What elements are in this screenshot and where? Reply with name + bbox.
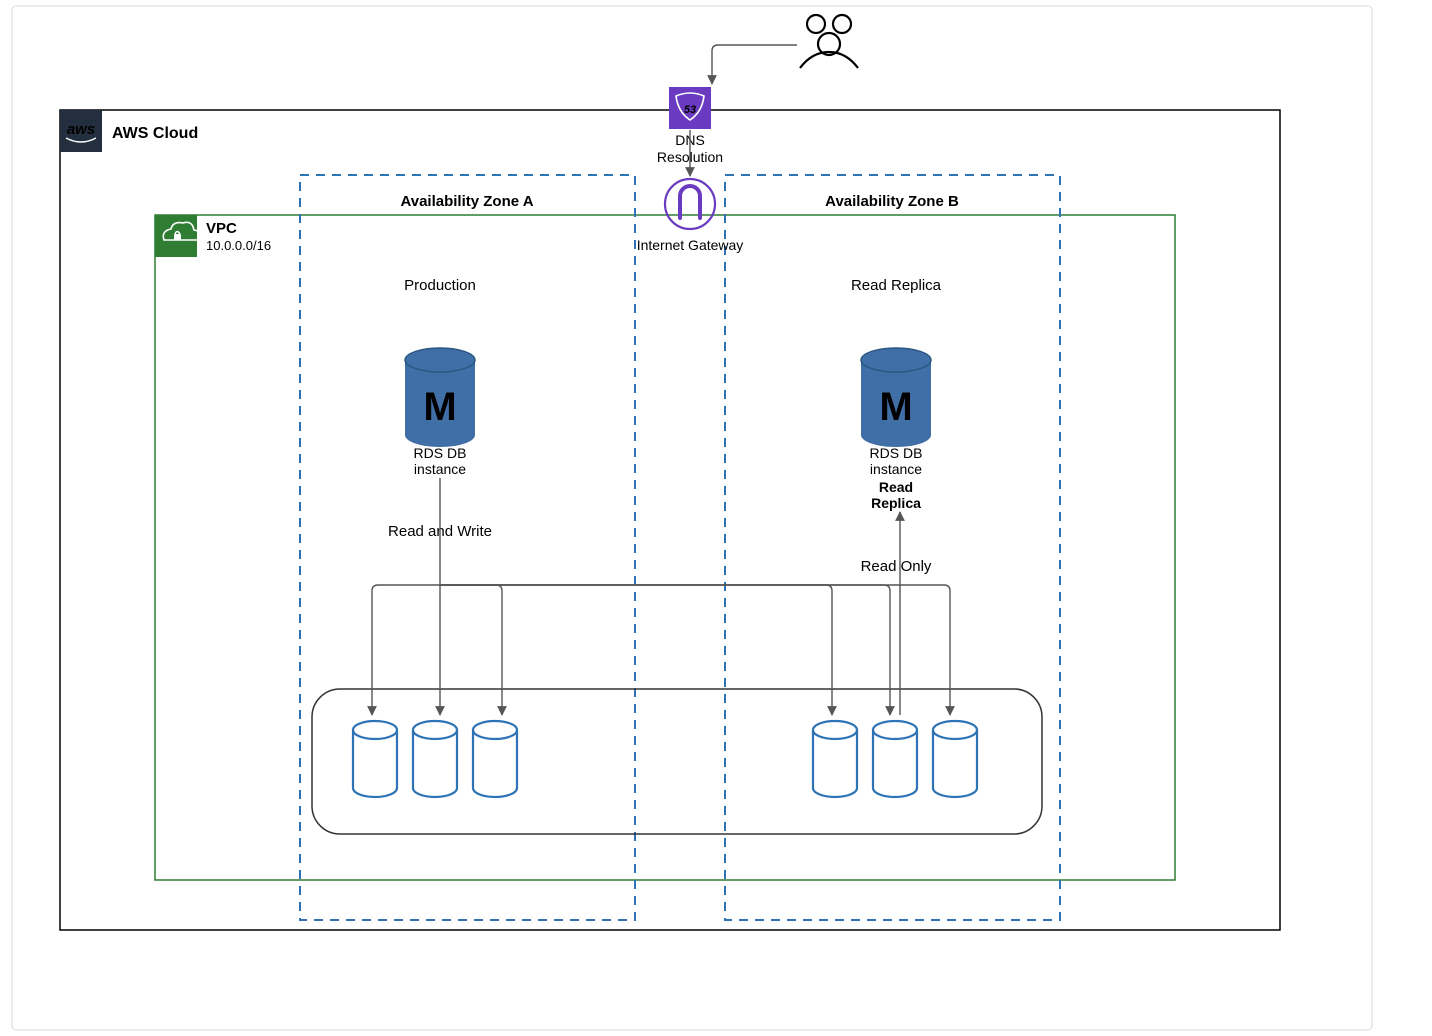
- rds-b-label-1: RDS DB: [870, 445, 923, 461]
- rds-db-production: M RDS DB instance: [405, 348, 475, 477]
- rds-a-label-2: instance: [414, 461, 466, 477]
- az-b-title: Availability Zone B: [825, 193, 959, 210]
- rds-b-label-2: instance: [870, 461, 922, 477]
- az-a-title: Availability Zone A: [400, 193, 533, 210]
- read-only-label: Read Only: [861, 558, 932, 575]
- route53-badge-text: 53: [684, 104, 696, 116]
- aws-cloud-title: AWS Cloud: [112, 125, 198, 142]
- vpc-title: VPC: [206, 220, 237, 237]
- diagram-canvas: aws AWS Cloud VPC 10.0.0.0/16 Availabili…: [0, 0, 1432, 1036]
- aws-badge-text: aws: [67, 121, 95, 138]
- rds-a-letter: M: [423, 385, 456, 429]
- production-section-label: Production: [404, 277, 476, 294]
- vpc-cidr: 10.0.0.0/16: [206, 238, 271, 253]
- rds-b-label-3: Read: [879, 479, 913, 495]
- rds-a-label-1: RDS DB: [414, 445, 467, 461]
- igw-label: Internet Gateway: [637, 237, 744, 253]
- replica-section-label: Read Replica: [851, 277, 942, 294]
- rds-b-letter: M: [879, 385, 912, 429]
- rds-b-label-4: Replica: [871, 495, 921, 511]
